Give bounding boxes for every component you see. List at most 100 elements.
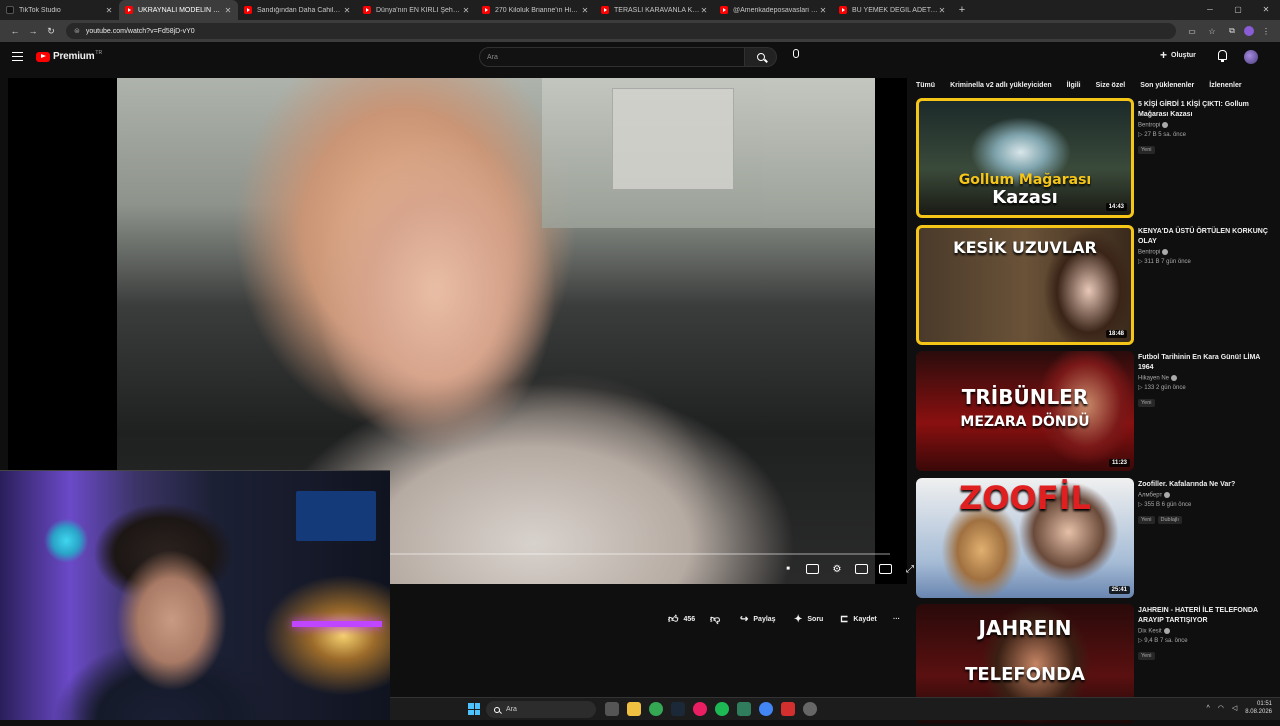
dislike-button[interactable]: 👎︎ [710,612,725,626]
cast-icon[interactable]: ▭ [1184,27,1200,36]
filter-chip[interactable]: Son yüklenenler [1140,82,1194,89]
channel-name[interactable]: Алмберт [1138,493,1162,499]
fullscreen-icon[interactable]: ⤢ [903,562,917,576]
close-tab-icon[interactable]: ✕ [105,6,113,15]
maximize-icon[interactable]: ▢ [1224,0,1252,20]
clock[interactable]: 01:51 8.08.2026 [1245,700,1272,716]
browser-tab[interactable]: Dünya'nın EN KİRLİ Şehrine Git✕ [357,0,476,20]
ask-button[interactable]: ✦ Soru [794,612,823,626]
thumbnail-text: Gollum Mağarası [958,172,1092,188]
chrome-profile-icon[interactable] [759,702,773,716]
menu-kebab-icon[interactable]: ⋮ [1258,27,1274,36]
like-button[interactable]: 👍︎ 456 [668,612,695,626]
webcam-neon-light [292,621,382,627]
video-title[interactable]: Futbol Tarihinin En Kara Günü! LİMA 1964 [1138,353,1268,373]
related-video-item[interactable]: TRİBÜNLER MEZARA DÖNDÜ 11:23 Futbol Tarihin… [916,351,1266,473]
tray-chevron-icon[interactable]: ^ [1207,705,1210,712]
voice-search-icon[interactable] [788,49,804,65]
taskbar-search-input[interactable]: Ara [486,701,596,718]
search-button[interactable] [745,47,777,67]
steam-icon[interactable] [671,702,685,716]
close-tab-icon[interactable]: ✕ [938,6,946,15]
wifi-icon[interactable]: ◠ [1218,704,1224,712]
channel-name[interactable]: Dix Kesit [1138,629,1162,635]
new-tab-button[interactable]: + [952,0,972,20]
task-view-icon[interactable] [605,702,619,716]
browser-tab[interactable]: BU YEMEK DEĞİL ADETA ŞÖLEN✕ [833,0,952,20]
volume-icon[interactable]: ◁ [1232,704,1237,712]
related-video-item[interactable]: Gollum Mağarası Kazası 14:43 5 KİŞİ GİRDİ 1… [916,98,1266,220]
related-video-item[interactable]: ZOOFİL 25:41 Zoofiller. Kafalarında Ne Var… [916,478,1266,600]
video-progress-bar[interactable] [382,553,890,555]
bookmark-star-icon[interactable]: ☆ [1204,27,1220,36]
settings-icon[interactable] [803,702,817,716]
video-title[interactable]: 5 KİŞİ GİRDİ 1 KİŞİ ÇIKTI: Gollum Mağara… [1138,100,1268,120]
browser-tab[interactable]: TikTok Studio ✕ [0,0,119,20]
thumbnail-text: ZOOFİL [959,479,1091,517]
video-title[interactable]: KENYA'DA ÜSTÜ ÖRTÜLEN KORKUNÇ OLAY [1138,227,1268,247]
notifications-bell-icon[interactable] [1217,50,1228,62]
account-avatar[interactable] [1244,50,1258,64]
video-thumbnail[interactable]: KESİK UZUVLAR 18:48 [916,225,1134,345]
close-tab-icon[interactable]: ✕ [343,6,351,15]
video-thumbnail[interactable]: ZOOFİL 25:41 [916,478,1134,598]
taskbar-search-icon [494,706,500,713]
close-tab-icon[interactable]: ✕ [224,6,232,15]
forward-arrow-icon[interactable]: → [24,26,42,36]
search-placeholder: Ara [487,53,498,61]
tab-title: UKRAYNALI MODELİN DUBAİ [138,6,224,14]
file-explorer-icon[interactable] [627,702,641,716]
close-tab-icon[interactable]: ✕ [819,6,827,15]
close-tab-icon[interactable]: ✕ [581,6,589,15]
profile-avatar[interactable] [1244,26,1254,36]
theater-mode-icon[interactable] [879,564,892,574]
obs-icon[interactable] [781,702,795,716]
youtube-logo[interactable]: Premium TR [36,50,102,62]
hamburger-menu-icon[interactable] [12,52,23,61]
video-thumbnail[interactable]: TRİBÜNLER MEZARA DÖNDÜ 11:23 [916,351,1134,471]
chrome-icon[interactable] [649,702,663,716]
close-window-icon[interactable]: ✕ [1252,0,1280,20]
share-label: Paylaş [753,615,776,623]
windows-start-icon[interactable] [468,703,480,715]
subtitles-icon[interactable] [806,564,819,574]
address-bar[interactable]: ⊜ youtube.com/watch?v=Fd58jD-vY0 [66,23,1176,39]
related-video-item[interactable]: KESİK UZUVLAR 18:48 KENYA'DA ÜSTÜ ÖRTÜLEN … [916,225,1268,347]
browser-tab[interactable]: UKRAYNALI MODELİN DUBAİ✕ [119,0,238,20]
channel-row: Hikayen Ne [1138,375,1268,382]
browser-tab[interactable]: TERASLI KARAVANLA KUM FIR✕ [595,0,714,20]
browser-tab[interactable]: @Amerikadeposavaslari İLE İZN✕ [714,0,833,20]
share-button[interactable]: ↪ Paylaş [740,612,776,626]
filter-chip[interactable]: Size özel [1096,82,1126,89]
new-badge: Yeni [1138,398,1155,407]
reload-icon[interactable]: ↻ [42,26,60,37]
video-title[interactable]: Zoofiller. Kafalarında Ne Var? [1138,480,1268,490]
close-tab-icon[interactable]: ✕ [700,6,708,15]
browser-tab[interactable]: 270 Kiloluk Brianne'ın Hikayesi✕ [476,0,595,20]
close-tab-icon[interactable]: ✕ [462,6,470,15]
miniplayer-icon[interactable] [855,564,868,574]
minimize-icon[interactable]: ─ [1196,0,1224,20]
spotify-icon[interactable] [715,702,729,716]
browser-tab[interactable]: Sandığından Daha Cahilsin - Yo✕ [238,0,357,20]
settings-gear-icon[interactable]: ⚙ [830,562,844,576]
filter-chip[interactable]: Kriminella v2 adlı yükleyiciden [950,82,1052,89]
channel-name[interactable]: Bentropi [1138,250,1160,256]
channel-name[interactable]: Hikayen Ne [1138,376,1169,382]
search-input[interactable]: Ara [479,47,745,67]
back-arrow-icon[interactable]: ← [6,26,24,36]
create-button[interactable]: + Oluştur [1160,49,1196,61]
site-info-icon[interactable]: ⊜ [74,27,80,35]
video-title[interactable]: JAHREIN - HATERİ İLE TELEFONDA ARAYIP TA… [1138,606,1268,626]
channel-name[interactable]: Bentropi [1138,123,1160,129]
filter-chip[interactable]: İlgili [1067,82,1081,89]
autoplay-toggle-icon[interactable]: ■ [781,562,795,576]
video-thumbnail[interactable]: Gollum Mağarası Kazası 14:43 [916,98,1134,218]
extensions-icon[interactable]: ⧉ [1224,26,1240,36]
xbox-icon[interactable] [737,702,751,716]
filter-chip[interactable]: İzlenenler [1209,82,1241,89]
opera-icon[interactable] [693,702,707,716]
save-button[interactable]: ⊏ Kaydet [840,612,877,626]
more-actions-button[interactable]: ··· [893,612,900,626]
filter-chip[interactable]: Tümü [916,82,935,89]
